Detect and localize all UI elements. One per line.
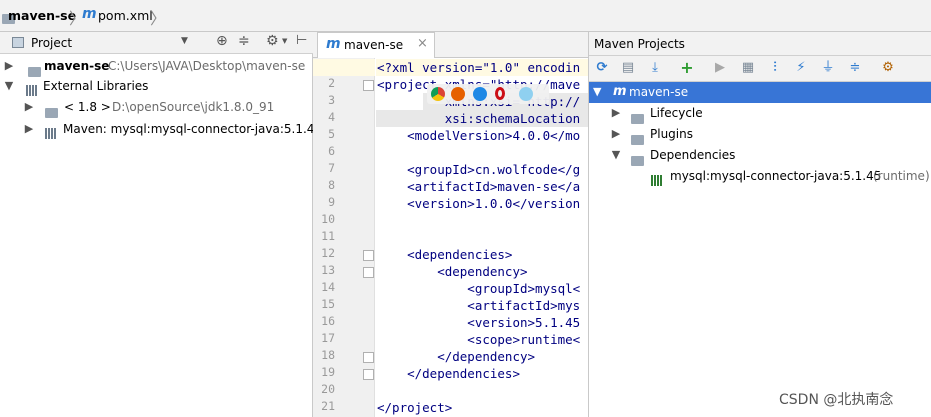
tree-row-maven-library[interactable]: ▶ Maven: mysql:mysql-connector-java:5.1.… xyxy=(0,119,322,139)
maven-tree-row-lifecycle[interactable]: ▶ Lifecycle xyxy=(589,103,931,124)
code-line: <artifactId>mys xyxy=(377,298,581,313)
dependency-diagram-icon[interactable]: ⏚ xyxy=(819,59,837,77)
project-view-title[interactable]: Project xyxy=(31,36,72,50)
code-area[interactable]: <?xml version="1.0" encodin<project xmln… xyxy=(313,59,588,417)
chevron-right-icon[interactable]: ▶ xyxy=(4,56,14,76)
close-icon[interactable]: × xyxy=(417,36,428,51)
chevron-right-icon[interactable]: ▶ xyxy=(24,119,34,139)
code-line: <version>5.1.45 xyxy=(377,315,581,330)
chevron-right-icon[interactable]: ▶ xyxy=(24,97,34,117)
plugins-label: Plugins xyxy=(650,127,693,141)
skip-tests-icon[interactable]: ⚡ xyxy=(792,59,810,77)
code-line: <groupId>mysql< xyxy=(377,281,581,296)
editor: m maven-se × 123456789101112131415161718… xyxy=(313,32,588,417)
maven-panel-title: Maven Projects xyxy=(594,37,685,51)
ie-icon[interactable] xyxy=(519,87,533,101)
maven-library-label: Maven: mysql:mysql-connector-java:5.1.45 xyxy=(63,122,323,136)
chevron-down-icon[interactable]: ▼ xyxy=(4,76,14,96)
code-line: <?xml version="1.0" encodin xyxy=(377,60,581,75)
run-config-icon[interactable]: ▦ xyxy=(739,59,757,77)
code-line: <groupId>cn.wolfcode</g xyxy=(377,162,581,177)
dropdown-arrow-icon[interactable]: ▼ xyxy=(282,37,287,45)
chevron-down-icon[interactable]: ▼ xyxy=(611,145,621,165)
locate-icon[interactable]: ⊕ xyxy=(216,33,228,49)
project-root-name: maven-se xyxy=(44,59,110,73)
breadcrumb-file[interactable]: pom.xml xyxy=(98,8,153,23)
toggle-offline-icon[interactable]: ⫶ xyxy=(766,59,784,77)
run-icon[interactable]: ▶ xyxy=(711,59,729,77)
maven-panel-header: Maven Projects xyxy=(589,32,931,56)
tree-row-jdk[interactable]: ▶ < 1.8 > D:\openSource\jdk1.8.0_91 xyxy=(0,97,312,118)
tree-row-project-root[interactable]: ▶ maven-se C:\Users\JAVA\Desktop\maven-s… xyxy=(0,56,312,77)
maven-tree-row-dependencies[interactable]: ▼ Dependencies xyxy=(589,145,931,166)
maven-tree-row-dependency[interactable]: mysql:mysql-connector-java:5.1.45 (runti… xyxy=(589,166,931,186)
code-line: <dependency> xyxy=(377,264,528,279)
external-libraries-label: External Libraries xyxy=(43,79,149,93)
project-root-path: C:\Users\JAVA\Desktop\maven-se xyxy=(108,59,306,73)
firefox-icon[interactable] xyxy=(451,87,465,101)
code-line: <modelVersion>4.0.0</mo xyxy=(377,128,581,143)
chevron-right-icon: 〉 xyxy=(150,9,167,28)
maven-settings-icon[interactable]: ⚙ xyxy=(879,59,897,77)
maven-file-icon: m xyxy=(82,6,97,22)
browser-icons xyxy=(427,84,549,104)
dependencies-label: Dependencies xyxy=(650,148,736,162)
jdk-label: < 1.8 > xyxy=(64,100,111,114)
code-line: </dependency> xyxy=(377,349,536,364)
project-view-icon xyxy=(12,37,24,48)
editor-tab-label: maven-se xyxy=(344,38,404,52)
maven-tree-row-project[interactable]: ▼ m maven-se xyxy=(589,82,931,103)
generate-sources-icon[interactable]: ▤ xyxy=(619,59,637,77)
breadcrumb-project[interactable]: maven-se xyxy=(8,8,76,23)
chevron-right-icon[interactable]: ▶ xyxy=(611,103,621,123)
collapse-all-icon[interactable]: ≑ xyxy=(846,59,864,77)
add-icon[interactable]: + xyxy=(678,59,696,77)
refresh-icon[interactable]: ⟳ xyxy=(593,59,611,77)
maven-file-icon: m xyxy=(326,36,341,52)
collapse-all-icon[interactable]: ≑ xyxy=(238,33,250,49)
maven-toolbar: ⟳ ▤ ⤓ + ▶ ▦ ⫶ ⚡ ⏚ ≑ ⚙ xyxy=(589,56,931,82)
chevron-right-icon[interactable]: ▶ xyxy=(611,124,621,144)
tree-row-external-libraries[interactable]: ▼ External Libraries xyxy=(0,76,312,96)
lifecycle-label: Lifecycle xyxy=(650,106,703,120)
library-icon xyxy=(45,123,57,143)
library-icon xyxy=(651,170,663,190)
opera-icon[interactable] xyxy=(495,87,505,100)
dependency-scope: (runtime) xyxy=(873,169,930,183)
code-line: <version>1.0.0</version xyxy=(377,196,581,211)
dropdown-arrow-icon[interactable]: ▼ xyxy=(181,36,188,46)
watermark: CSDN @北执南念 xyxy=(779,392,894,408)
jdk-path: D:\openSource\jdk1.8.0_91 xyxy=(112,100,275,114)
dependency-label: mysql:mysql-connector-java:5.1.45 xyxy=(670,169,882,183)
breadcrumb: maven-se 〉 m pom.xml 〉 xyxy=(0,0,931,32)
editor-tab-pom[interactable]: m maven-se × xyxy=(317,32,435,58)
editor-tab-bar: m maven-se × xyxy=(313,32,588,58)
maven-module-icon: m xyxy=(613,84,627,99)
code-line: </project> xyxy=(377,400,453,415)
chevron-down-icon[interactable]: ▼ xyxy=(593,85,601,98)
chrome-icon[interactable] xyxy=(431,87,445,101)
code-line: xsi:schemaLocation xyxy=(377,111,581,126)
project-panel: Project ▼ ⊕ ≑ ⚙ ▼ ⊢ ▶ maven-se C:\Users\… xyxy=(0,32,322,417)
maven-project-name: maven-se xyxy=(629,85,689,99)
maven-projects-panel: Maven Projects ⟳ ▤ ⤓ + ▶ ▦ ⫶ ⚡ ⏚ ≑ ⚙ ▼ m… xyxy=(588,32,931,417)
gear-icon[interactable]: ⚙ xyxy=(266,33,279,49)
download-icon[interactable]: ⤓ xyxy=(646,59,664,77)
code-line: <artifactId>maven-se</a xyxy=(377,179,581,194)
code-line: <scope>runtime< xyxy=(377,332,581,347)
code-line: </dependencies> xyxy=(377,366,520,381)
hide-panel-icon[interactable]: ⊢ xyxy=(296,33,307,48)
maven-tree-row-plugins[interactable]: ▶ Plugins xyxy=(589,124,931,145)
project-toolbar: Project ▼ ⊕ ≑ ⚙ ▼ ⊢ xyxy=(0,32,313,54)
safari-icon[interactable] xyxy=(473,87,487,101)
code-line: <dependencies> xyxy=(377,247,513,262)
